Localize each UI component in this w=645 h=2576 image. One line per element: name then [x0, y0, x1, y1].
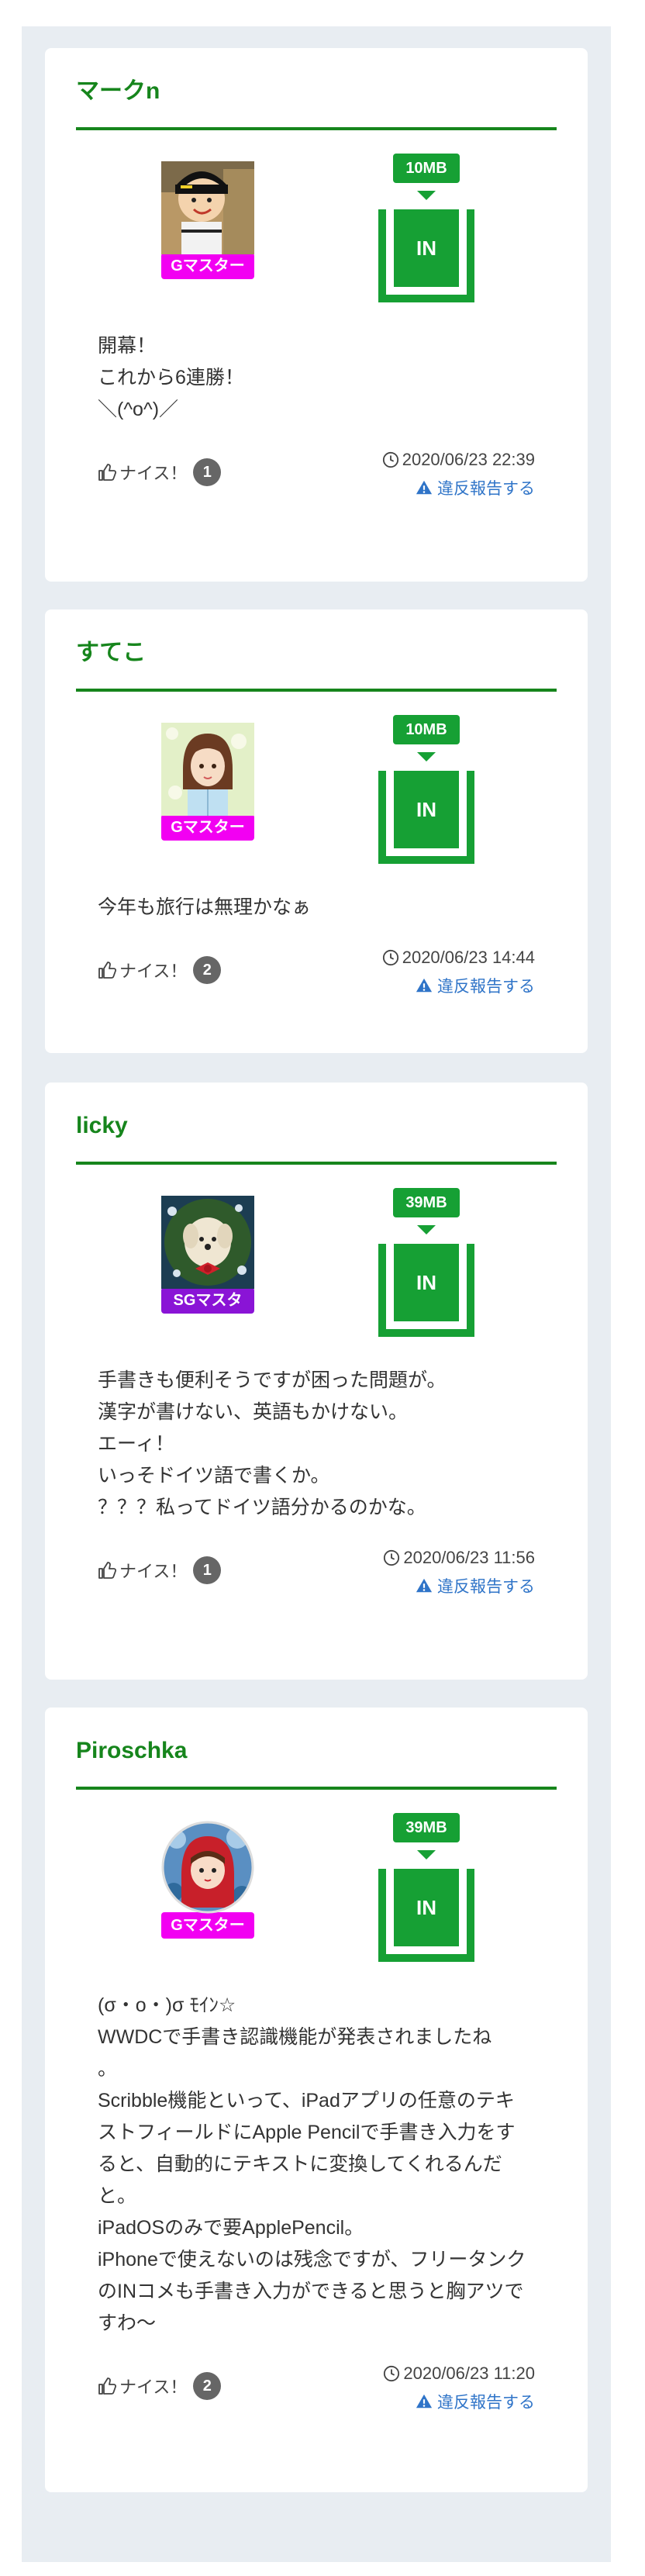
avatar[interactable] [161, 1821, 254, 1914]
nice-button[interactable]: ナイス！ 1 [98, 1556, 222, 1584]
nice-count: 1 [193, 458, 222, 486]
data-amount-badge: 39MB [393, 1188, 460, 1217]
user-avatar-block[interactable]: SGマスタ [161, 1196, 254, 1314]
warning-icon [416, 480, 433, 495]
post-media: SGマスタ 39MB IN [76, 1165, 557, 1337]
timestamp-text: 2020/06/23 22:39 [402, 450, 535, 469]
clock-icon [382, 949, 398, 966]
data-amount-badge: 10MB [393, 154, 460, 183]
nice-label: ナイス！ [119, 464, 188, 483]
nice-count: 1 [193, 1556, 222, 1584]
post-meta: 2020/06/23 14:44 違反報告する [382, 945, 535, 998]
card-footer: ナイス！ 2 2020/06/23 11:20 違反報告する [76, 2361, 557, 2439]
avatar[interactable] [161, 161, 254, 254]
post-meta: 2020/06/23 22:39 違反報告する [382, 447, 535, 500]
down-arrow-icon [417, 1225, 436, 1234]
rank-badge: Gマスター [161, 1912, 254, 1939]
post-meta: 2020/06/23 11:56 違反報告する [383, 1545, 535, 1598]
timestamp-text: 2020/06/23 11:20 [403, 2364, 535, 2383]
user-avatar-block[interactable]: Gマスター [161, 161, 254, 279]
card-footer: ナイス！ 2 2020/06/23 14:44 違反報告する [76, 945, 557, 1023]
nice-button[interactable]: ナイス！ 1 [98, 458, 222, 486]
timestamp: 2020/06/23 11:56 [383, 1545, 535, 1570]
data-amount-badge: 10MB [393, 715, 460, 744]
down-arrow-icon [417, 191, 436, 200]
data-transfer-indicator: 39MB IN [378, 1188, 474, 1337]
thumbs-up-icon [98, 2377, 116, 2395]
timestamp: 2020/06/23 14:44 [382, 945, 535, 970]
timestamp: 2020/06/23 11:20 [383, 2361, 535, 2386]
nice-count: 2 [193, 2372, 222, 2400]
in-bracket: IN [378, 1244, 474, 1337]
comment-card: licky SGマスタ 39MB IN 手書きも便利そうですが困った問題が。 漢… [45, 1083, 588, 1680]
clock-icon [382, 451, 398, 468]
comment-card: マークn Gマスター 10MB IN 開幕！ これから6連勝！ ＼(^o^)／ … [45, 48, 588, 582]
report-link[interactable]: 違反報告する [382, 973, 535, 998]
nice-button[interactable]: ナイス！ 2 [98, 2372, 222, 2400]
clock-icon [384, 2365, 400, 2382]
user-name[interactable]: Piroschka [76, 1731, 557, 1771]
thumbs-up-icon [98, 1562, 116, 1579]
avatar[interactable] [161, 723, 254, 816]
down-arrow-icon [417, 752, 436, 761]
in-bracket: IN [378, 209, 474, 302]
direction-label: IN [394, 1869, 459, 1946]
user-name[interactable]: マークn [76, 71, 557, 112]
in-bracket: IN [378, 771, 474, 864]
report-link[interactable]: 違反報告する [383, 2389, 535, 2414]
comment-text: 手書きも便利そうですが困った問題が。 漢字が書けない、英語もかけない。 エーィ！… [98, 1369, 447, 1518]
comment-card: Piroschka Gマスター 39MB IN (σ・o・)σ ﾓｲﾝ☆ WWD… [45, 1708, 588, 2492]
post-meta: 2020/06/23 11:20 違反報告する [383, 2361, 535, 2414]
data-transfer-indicator: 39MB IN [378, 1813, 474, 1962]
direction-label: IN [394, 771, 459, 848]
card-footer: ナイス！ 1 2020/06/23 11:56 違反報告する [76, 1545, 557, 1623]
report-label[interactable]: 違反報告する [437, 2390, 535, 2413]
nice-label: ナイス！ [119, 1562, 188, 1581]
avatar[interactable] [161, 1196, 254, 1289]
rank-badge: Gマスター [161, 253, 254, 279]
comment-text: (σ・o・)σ ﾓｲﾝ☆ WWDCで手書き認識機能が発表されましたね 。 Scr… [98, 1994, 526, 2334]
warning-icon [416, 2394, 433, 2409]
timestamp: 2020/06/23 22:39 [382, 447, 535, 472]
data-transfer-indicator: 10MB IN [378, 154, 474, 302]
direction-label: IN [394, 1244, 459, 1321]
comment-text: 開幕！ これから6連勝！ ＼(^o^)／ [98, 335, 244, 420]
down-arrow-icon [417, 1850, 436, 1859]
nice-count: 2 [193, 956, 222, 984]
comment-text: 今年も旅行は無理かなぁ [98, 896, 312, 918]
nice-label: ナイス！ [119, 962, 188, 981]
post-media: Gマスター 39MB IN [76, 1790, 557, 1962]
timestamp-text: 2020/06/23 11:56 [403, 1548, 535, 1567]
user-name[interactable]: licky [76, 1106, 557, 1146]
nice-label: ナイス！ [119, 2377, 188, 2397]
comment-feed: マークn Gマスター 10MB IN 開幕！ これから6連勝！ ＼(^o^)／ … [22, 26, 611, 2562]
report-label[interactable]: 違反報告する [437, 974, 535, 997]
timestamp-text: 2020/06/23 14:44 [402, 948, 535, 967]
warning-icon [416, 978, 433, 993]
comment-card: すてこ Gマスター 10MB IN 今年も旅行は無理かなぁ ナイス！ 2 202… [45, 609, 588, 1053]
rank-badge: SGマスタ [161, 1287, 254, 1314]
warning-icon [416, 1578, 433, 1593]
in-bracket: IN [378, 1869, 474, 1962]
clock-icon [384, 1549, 400, 1566]
data-amount-badge: 39MB [393, 1813, 460, 1842]
user-avatar-block[interactable]: Gマスター [161, 1821, 254, 1939]
thumbs-up-icon [98, 464, 116, 481]
rank-badge: Gマスター [161, 814, 254, 841]
thumbs-up-icon [98, 962, 116, 979]
user-name[interactable]: すてこ [76, 633, 557, 673]
post-media: Gマスター 10MB IN [76, 130, 557, 302]
report-link[interactable]: 違反報告する [382, 475, 535, 500]
report-label[interactable]: 違反報告する [437, 1574, 535, 1597]
report-label[interactable]: 違反報告する [437, 476, 535, 499]
direction-label: IN [394, 209, 459, 287]
nice-button[interactable]: ナイス！ 2 [98, 956, 222, 984]
user-avatar-block[interactable]: Gマスター [161, 723, 254, 841]
post-media: Gマスター 10MB IN [76, 692, 557, 864]
report-link[interactable]: 違反報告する [383, 1573, 535, 1598]
card-footer: ナイス！ 1 2020/06/23 22:39 違反報告する [76, 447, 557, 525]
data-transfer-indicator: 10MB IN [378, 715, 474, 864]
